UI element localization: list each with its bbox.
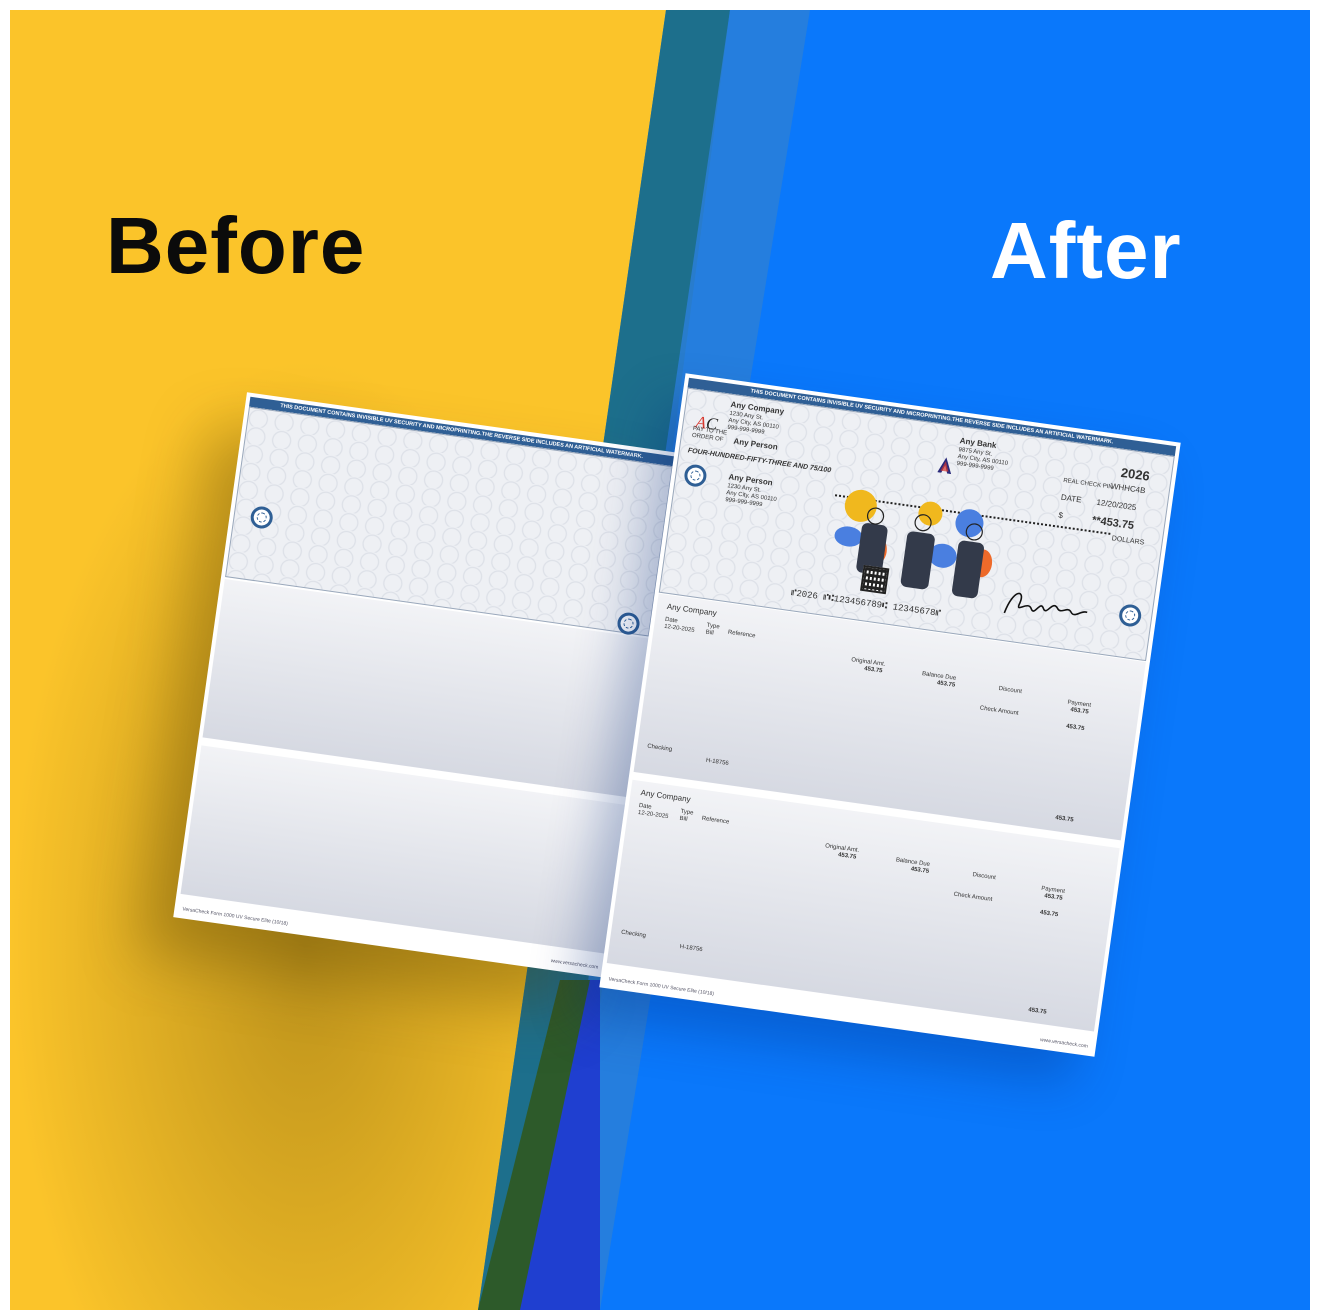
amount-in-words: FOUR-HUNDRED-FIFTY-THREE AND 75/100	[687, 447, 832, 475]
stub-account: Checking	[646, 743, 673, 753]
stub-payment: 453.75	[1043, 893, 1063, 902]
dollar-sign: $	[1057, 510, 1064, 521]
stub-check-amount: 453.75	[1039, 909, 1059, 919]
real-check-pin: WHHC4B	[1110, 481, 1146, 496]
stub-discount-label: Discount	[972, 872, 997, 882]
before-title: Before	[106, 201, 366, 290]
stub-type: Bill	[679, 815, 688, 823]
stub-check-amount-label: Check Amount	[979, 705, 1019, 717]
stub-company: Any Company	[666, 601, 718, 618]
website-footer: www.versacheck.com	[550, 958, 599, 971]
check-date: 12/20/2025	[1096, 497, 1137, 513]
stub-total: 453.75	[1054, 815, 1074, 824]
date-label: DATE	[1060, 492, 1083, 505]
stub-original-amt: 453.75	[837, 852, 857, 861]
before-blank-check-sheet: THIS DOCUMENT CONTAINS INVISIBLE UV SECU…	[173, 392, 679, 978]
website-footer: www.versacheck.com	[1039, 1037, 1089, 1050]
stub-original-amt: 453.75	[863, 665, 883, 675]
bank-logo-icon	[937, 457, 952, 475]
before-after-promo: Before After THIS DOCUMENT CONTAINS INVI…	[0, 0, 1319, 1315]
stub-account: Checking	[620, 929, 647, 940]
payee-name: Any Person	[732, 436, 779, 452]
qr-code-icon	[860, 564, 890, 595]
stub-company: Any Company	[640, 788, 692, 805]
security-seal-icon	[1117, 603, 1143, 628]
security-seal-icon	[249, 505, 275, 530]
stub-account-ref: H-18756	[705, 757, 730, 767]
stub-total: 453.75	[1027, 1007, 1047, 1016]
stub-payment: 453.75	[1070, 707, 1090, 716]
stub-date: 12-20-2025	[663, 623, 695, 634]
stub-account-ref: H-18756	[679, 944, 703, 954]
check-number: 2026	[1119, 464, 1151, 484]
security-seal-icon	[616, 611, 641, 637]
check-amount: **453.75	[1091, 514, 1135, 533]
signature-image	[1003, 592, 1088, 616]
after-title: After	[990, 206, 1182, 295]
stub-check-amount: 453.75	[1065, 723, 1085, 733]
security-seal-icon	[683, 463, 708, 489]
illustration-art-image	[834, 489, 993, 599]
stub-balance-due: 453.75	[936, 680, 956, 689]
dollars-label: DOLLARS	[1111, 535, 1145, 547]
stub-type: Bill	[705, 629, 715, 637]
real-check-pin-label: REAL CHECK PIN	[1062, 477, 1114, 491]
stub-reference-label: Reference	[727, 629, 756, 640]
stub-reference-label: Reference	[701, 815, 730, 826]
stub-balance-due: 453.75	[910, 866, 930, 875]
after-printed-check-sheet: THIS DOCUMENT CONTAINS INVISIBLE UV SECU…	[599, 373, 1181, 1057]
stub-date: 12-20-2025	[637, 809, 669, 821]
stub-discount-label: Discount	[998, 685, 1023, 696]
stub-check-amount-label: Check Amount	[953, 891, 993, 904]
